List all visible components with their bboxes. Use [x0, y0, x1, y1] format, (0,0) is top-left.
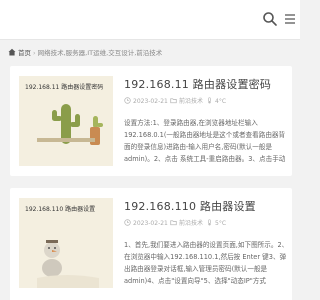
folder-icon [170, 98, 177, 104]
search-icon[interactable] [262, 11, 278, 27]
meta-temperature: 4°C [206, 97, 226, 107]
article-temperature: 4°C [215, 98, 227, 105]
meta-date: 2023-02-21 [124, 97, 168, 107]
article-thumbnail[interactable]: 192.168.11 路由器设置密码 [19, 76, 113, 166]
folder-icon [170, 220, 177, 226]
article-excerpt: 1、首先,我们要进入路由器的设置页面,如下图所示。2、在浏览器中输入192.16… [124, 241, 289, 285]
article-date: 2023-02-21 [133, 98, 168, 105]
article-meta: 2023-02-21 前沿技术 4°C [124, 97, 284, 107]
meta-temperature: 5°C [206, 219, 226, 229]
meta-category: 前沿技术 [170, 97, 203, 107]
article-excerpt: 设置方法:1、登录路由器,在浏览器地址栏输入192.168.0.1(一般路由器地… [124, 119, 286, 163]
top-bar [0, 0, 300, 40]
breadcrumb-trail[interactable]: 网络技术,服务器,IT运维,交互设计,前沿技术 [38, 49, 163, 57]
breadcrumb: 首页 › 网络技术,服务器,IT运维,交互设计,前沿技术 [8, 46, 298, 60]
article-card[interactable]: 192.168.110 路由器设置 192.168.110 路由器设置 2023… [10, 188, 292, 300]
article-thumbnail[interactable]: 192.168.110 路由器设置 [19, 198, 113, 288]
menu-icon[interactable] [283, 12, 297, 26]
temperature-icon [208, 219, 211, 226]
meta-category: 前沿技术 [170, 219, 203, 229]
article-date: 2023-02-21 [133, 220, 168, 227]
temperature-icon [208, 97, 211, 104]
article-category[interactable]: 前沿技术 [179, 98, 203, 105]
clock-icon [124, 219, 131, 226]
thumbnail-caption: 192.168.11 路由器设置密码 [25, 84, 104, 91]
article-meta: 2023-02-21 前沿技术 5°C [124, 219, 284, 229]
article-temperature: 5°C [215, 220, 227, 227]
breadcrumb-home-link[interactable]: 首页 [18, 49, 31, 57]
clock-icon [124, 97, 131, 104]
article-card[interactable]: 192.168.11 路由器设置密码 192.168.11 路由器设置密码 20… [10, 66, 292, 176]
breadcrumb-separator: › [33, 49, 36, 57]
article-title[interactable]: 192.168.110 路由器设置 [124, 198, 256, 214]
article-category[interactable]: 前沿技术 [179, 220, 203, 227]
home-icon [8, 48, 16, 56]
meta-date: 2023-02-21 [124, 219, 168, 229]
thumbnail-caption: 192.168.110 路由器设置 [25, 206, 96, 213]
article-title[interactable]: 192.168.11 路由器设置密码 [124, 76, 271, 92]
